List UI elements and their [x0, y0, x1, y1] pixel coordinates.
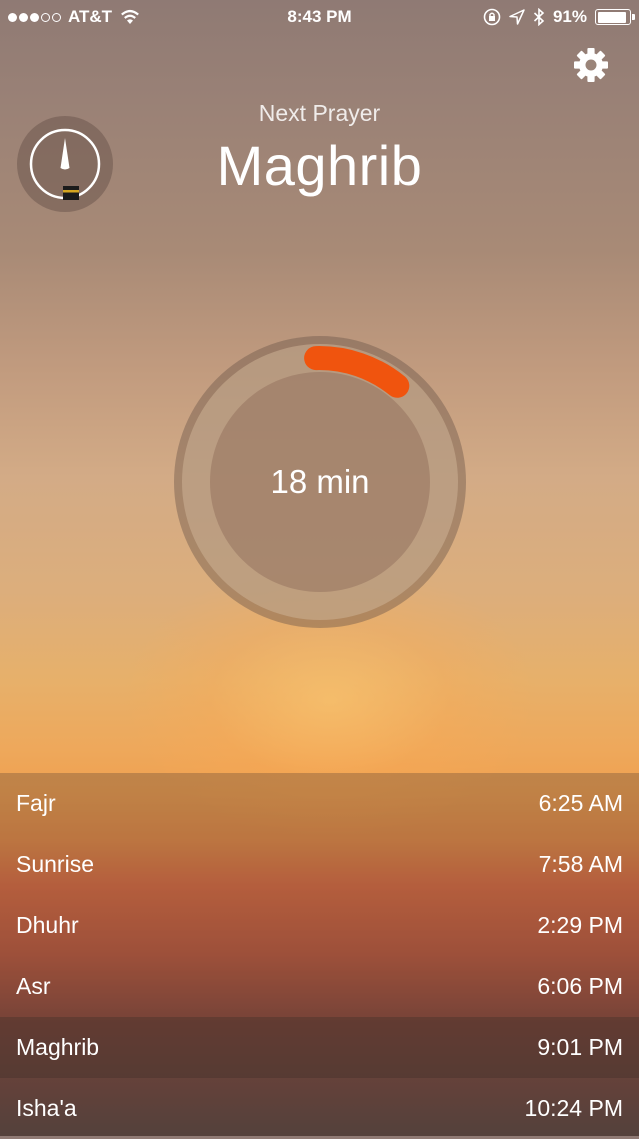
bluetooth-icon — [533, 8, 545, 26]
prayer-time: 6:06 PM — [537, 973, 623, 999]
prayer-name: Dhuhr — [16, 912, 79, 938]
status-right: 91% — [483, 7, 635, 27]
gear-icon — [574, 48, 608, 82]
prayer-row-maghrib[interactable]: Maghrib 9:01 PM — [0, 1017, 639, 1078]
prayer-name: Asr — [16, 973, 51, 999]
prayer-time: 2:29 PM — [537, 912, 623, 938]
next-prayer-label: Next Prayer — [258, 100, 381, 126]
prayer-time: 9:01 PM — [537, 1034, 623, 1060]
prayer-name: Sunrise — [16, 851, 94, 877]
prayer-name: Maghrib — [16, 1034, 100, 1060]
battery-percent: 91% — [552, 7, 587, 26]
prayer-row-fajr[interactable]: Fajr 6:25 AM — [0, 773, 639, 834]
prayer-row-sunrise[interactable]: Sunrise 7:58 AM — [0, 834, 639, 895]
orientation-lock-icon — [483, 8, 501, 26]
countdown-text: 18 min — [270, 463, 370, 500]
status-bar: AT&T 8:43 PM 91% — [0, 0, 639, 34]
prayer-row-dhuhr[interactable]: Dhuhr 2:29 PM — [0, 895, 639, 956]
countdown-ring: 18 min — [172, 334, 468, 630]
prayer-time: 7:58 AM — [538, 851, 623, 877]
next-prayer-name: Maghrib — [216, 134, 423, 197]
prayer-time: 6:25 AM — [538, 790, 623, 816]
prayer-row-ishaa[interactable]: Isha'a 10:24 PM — [0, 1078, 639, 1139]
prayer-row-asr[interactable]: Asr 6:06 PM — [0, 956, 639, 1017]
prayer-name: Fajr — [16, 790, 56, 816]
battery-level-fill — [597, 11, 626, 23]
settings-button[interactable] — [570, 44, 612, 86]
prayer-times-list: Fajr 6:25 AM Sunrise 7:58 AM Dhuhr 2:29 … — [0, 773, 639, 1136]
prayer-name: Isha'a — [16, 1095, 77, 1121]
battery-icon — [595, 9, 635, 25]
prayer-time: 10:24 PM — [524, 1095, 623, 1121]
location-arrow-icon — [509, 9, 525, 25]
